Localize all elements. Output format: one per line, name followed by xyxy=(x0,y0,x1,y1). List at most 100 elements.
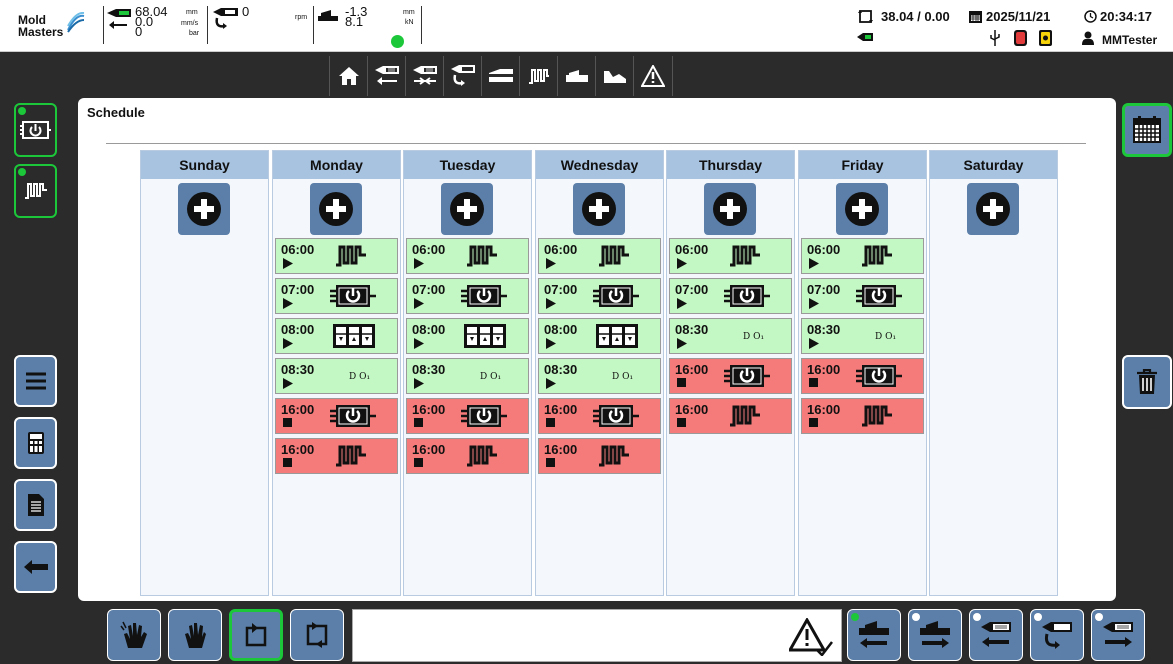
cycle-time: 38.04 / 0.00 xyxy=(881,9,950,24)
schedule-event[interactable]: 16:00 xyxy=(669,398,792,434)
semi-auto-button[interactable] xyxy=(229,609,283,661)
event-time: 07:00 xyxy=(544,282,578,297)
schedule-event[interactable]: 08:00 xyxy=(275,318,398,354)
schedule-event[interactable]: 16:00 xyxy=(801,398,924,434)
nav-mold[interactable] xyxy=(481,56,519,96)
schedule-event[interactable]: 06:00 xyxy=(275,238,398,274)
clamp-open-button[interactable] xyxy=(908,609,962,661)
trash-icon xyxy=(1137,369,1157,394)
delete-button[interactable] xyxy=(1122,355,1172,409)
database-icon[interactable] xyxy=(1014,30,1027,46)
screw-rotate-button[interactable] xyxy=(1030,609,1084,661)
mold-masters-logo: Mold Masters xyxy=(6,10,92,42)
schedule-event[interactable]: 08:00 xyxy=(538,318,661,354)
day-header: Wednesday xyxy=(536,151,663,179)
add-event-button[interactable] xyxy=(704,183,756,235)
nav-home[interactable] xyxy=(329,56,367,96)
schedule-event[interactable]: 06:00 xyxy=(801,238,924,274)
power-icon xyxy=(593,405,639,427)
zone-control-icon xyxy=(464,324,506,348)
stop-icon xyxy=(677,418,686,427)
schedule-event[interactable]: 08:30 D O₁ xyxy=(275,358,398,394)
schedule-event[interactable]: 16:00 xyxy=(275,398,398,434)
add-event-button[interactable] xyxy=(836,183,888,235)
schedule-event[interactable]: 07:00 xyxy=(801,278,924,314)
schedule-event[interactable]: 16:00 xyxy=(801,358,924,394)
nav-injection-retract[interactable] xyxy=(367,56,405,96)
stop-icon xyxy=(414,418,423,427)
hand-icon xyxy=(185,623,206,648)
schedule-event[interactable]: 07:00 xyxy=(538,278,661,314)
heater-mode-button[interactable] xyxy=(14,164,57,218)
auto-cycle-button[interactable] xyxy=(290,609,344,661)
schedule-event[interactable]: 16:00 xyxy=(538,438,661,474)
power-mode-button[interactable] xyxy=(14,103,57,157)
add-event-button[interactable] xyxy=(178,183,230,235)
document-button[interactable] xyxy=(14,479,57,531)
plus-circle-icon xyxy=(187,192,221,226)
schedule-event[interactable]: 06:00 xyxy=(669,238,792,274)
nav-injection-nozzle[interactable] xyxy=(405,56,443,96)
nav-ejector[interactable] xyxy=(557,56,595,96)
schedule-event[interactable]: 08:30 D O₁ xyxy=(406,358,529,394)
add-event-button[interactable] xyxy=(967,183,1019,235)
injection-forward-button[interactable] xyxy=(1091,609,1145,661)
heater-icon xyxy=(24,183,47,199)
back-button[interactable] xyxy=(14,541,57,593)
logo-text-line2: Masters xyxy=(18,25,64,39)
schedule-event[interactable]: 08:30 D O₁ xyxy=(669,318,792,354)
digital-output-label: D O₁ xyxy=(349,372,371,382)
nav-heater[interactable] xyxy=(519,56,557,96)
event-time: 07:00 xyxy=(807,282,841,297)
event-time: 16:00 xyxy=(807,402,841,417)
schedule-event[interactable]: 16:00 xyxy=(669,358,792,394)
schedule-event[interactable]: 08:30 D O₁ xyxy=(538,358,661,394)
plus-circle-icon xyxy=(319,192,353,226)
plus-circle-icon xyxy=(450,192,484,226)
ejector-icon xyxy=(565,70,588,82)
schedule-event[interactable]: 07:00 xyxy=(275,278,398,314)
power-icon xyxy=(461,405,507,427)
user-name: MMTester xyxy=(1102,33,1158,47)
usb-icon[interactable] xyxy=(989,30,1001,46)
nav-alarms[interactable] xyxy=(633,56,673,96)
schedule-event[interactable]: 06:00 xyxy=(406,238,529,274)
clamp-close-button[interactable] xyxy=(847,609,901,661)
schedule-event[interactable]: 16:00 xyxy=(538,398,661,434)
schedule-event[interactable]: 16:00 xyxy=(275,438,398,474)
schedule-event[interactable]: 16:00 xyxy=(406,438,529,474)
nav-graph[interactable] xyxy=(595,56,633,96)
injection-retract-button[interactable] xyxy=(969,609,1023,661)
day-header: Saturday xyxy=(930,151,1057,179)
play-icon xyxy=(677,258,687,269)
nav-screw[interactable] xyxy=(443,56,481,96)
event-time: 06:00 xyxy=(807,242,841,257)
alarm-acknowledge-icon[interactable] xyxy=(789,618,833,656)
play-icon xyxy=(809,338,819,349)
calculator-button[interactable] xyxy=(14,417,57,469)
schedule-event[interactable]: 06:00 xyxy=(538,238,661,274)
mold-open-icon xyxy=(920,621,950,648)
plus-circle-icon xyxy=(976,192,1010,226)
storage-icon[interactable] xyxy=(1039,30,1052,46)
schedule-event[interactable]: 07:00 xyxy=(669,278,792,314)
plus-circle-icon xyxy=(845,192,879,226)
heater-icon xyxy=(528,69,549,84)
schedule-event[interactable]: 08:00 xyxy=(406,318,529,354)
manual-mode-button[interactable] xyxy=(107,609,161,661)
add-event-button[interactable] xyxy=(310,183,362,235)
add-event-button[interactable] xyxy=(573,183,625,235)
event-time: 06:00 xyxy=(412,242,446,257)
schedule-event[interactable]: 16:00 xyxy=(406,398,529,434)
event-time: 16:00 xyxy=(412,402,446,417)
schedule-calendar-button[interactable] xyxy=(1122,103,1172,157)
schedule-event[interactable]: 07:00 xyxy=(406,278,529,314)
menu-button[interactable] xyxy=(14,355,57,407)
schedule-event[interactable]: 08:30 D O₁ xyxy=(801,318,924,354)
add-event-button[interactable] xyxy=(441,183,493,235)
event-time: 08:00 xyxy=(544,322,578,337)
hand-mode-button[interactable] xyxy=(168,609,222,661)
calculator-icon xyxy=(27,432,44,454)
stop-icon xyxy=(546,418,555,427)
heater-icon xyxy=(336,445,366,467)
